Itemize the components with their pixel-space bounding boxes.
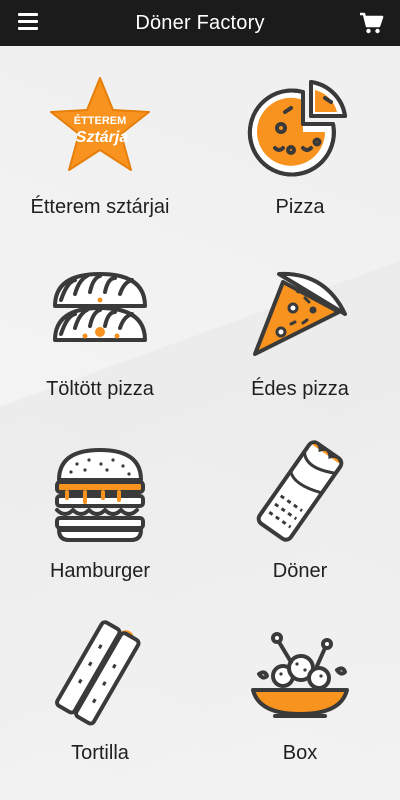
- category-label: Döner: [272, 560, 328, 582]
- category-tile-tortilla[interactable]: Tortilla: [0, 592, 200, 774]
- hamburger-menu-icon[interactable]: [18, 13, 38, 33]
- badge-line2: Sztárja: [76, 129, 129, 146]
- pizza-icon: [247, 80, 347, 177]
- tortilla-wrap-icon: [55, 620, 141, 726]
- category-grid: ÉTTEREM Sztárja Étterem sztárjai Pizza T…: [0, 46, 400, 800]
- category-tile-pizza[interactable]: Pizza: [200, 46, 400, 228]
- hamburger-icon: [55, 448, 145, 542]
- top-app-bar: Döner Factory: [0, 0, 400, 46]
- category-label: Étterem sztárjai: [30, 196, 170, 218]
- category-label: Box: [282, 742, 318, 764]
- category-label: Hamburger: [49, 560, 151, 582]
- category-tile-etterem-sztarjai[interactable]: ÉTTEREM Sztárja Étterem sztárjai: [0, 46, 200, 228]
- category-label: Tortilla: [71, 742, 129, 764]
- category-tile-box[interactable]: Box: [200, 592, 400, 774]
- doner-wrap-icon: [256, 440, 344, 542]
- app-title: Döner Factory: [135, 11, 265, 34]
- food-box-icon: [251, 632, 349, 718]
- shopping-cart-icon[interactable]: [358, 10, 384, 36]
- calzone-icon: [53, 272, 147, 342]
- category-label: Töltött pizza: [46, 378, 154, 400]
- star-badge-icon: ÉTTEREM Sztárja: [50, 77, 150, 171]
- category-tile-toltott-pizza[interactable]: Töltött pizza: [0, 228, 200, 410]
- pizza-slice-icon: [253, 271, 347, 356]
- category-tile-doner[interactable]: Döner: [200, 410, 400, 592]
- category-tile-edes-pizza[interactable]: Édes pizza: [200, 228, 400, 410]
- category-label: Édes pizza: [251, 378, 349, 400]
- category-tile-hamburger[interactable]: Hamburger: [0, 410, 200, 592]
- badge-line1: ÉTTEREM: [74, 114, 127, 127]
- category-label: Pizza: [275, 196, 325, 218]
